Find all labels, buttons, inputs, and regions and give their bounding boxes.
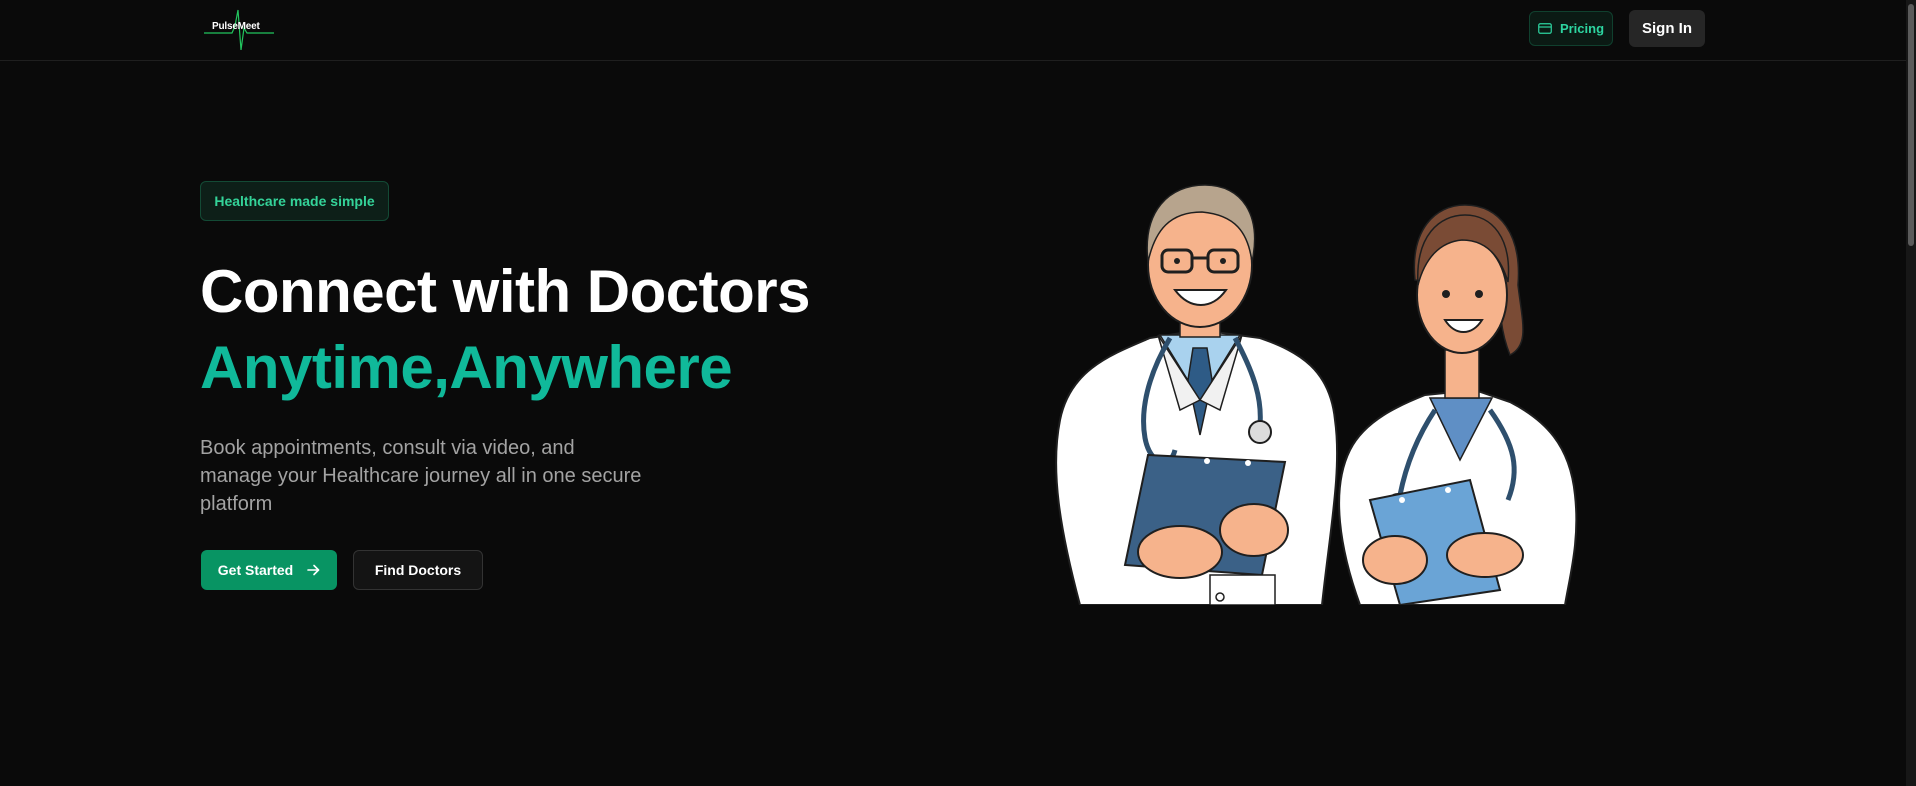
find-doctors-button[interactable]: Find Doctors: [353, 550, 483, 590]
page-scrollbar[interactable]: [1906, 0, 1916, 786]
get-started-button[interactable]: Get Started: [201, 550, 337, 590]
hero-title-accent: Anytime,Anywhere: [200, 334, 733, 401]
top-nav: PulseMeet Pricing Sign In: [0, 0, 1906, 61]
pricing-button[interactable]: Pricing: [1529, 11, 1613, 46]
doctors-illustration: [1055, 184, 1578, 605]
female-doctor-figure: [1338, 204, 1578, 605]
sign-in-button[interactable]: Sign In: [1629, 10, 1705, 47]
arrow-right-icon: [307, 564, 320, 576]
hero-description: Book appointments, consult via video, an…: [200, 437, 642, 515]
get-started-label: Get Started: [217, 562, 294, 578]
pricing-label: Pricing: [1559, 21, 1605, 36]
logo[interactable]: PulseMeet: [204, 6, 274, 50]
scrollbar-thumb[interactable]: [1908, 4, 1914, 246]
credit-card-icon: [1538, 23, 1552, 34]
hero-badge: Healthcare made simple: [200, 181, 389, 221]
hero-title: Connect with Doctors: [200, 258, 811, 325]
male-doctor-figure: [1055, 184, 1339, 605]
logo-text: PulseMeet: [212, 21, 260, 32]
